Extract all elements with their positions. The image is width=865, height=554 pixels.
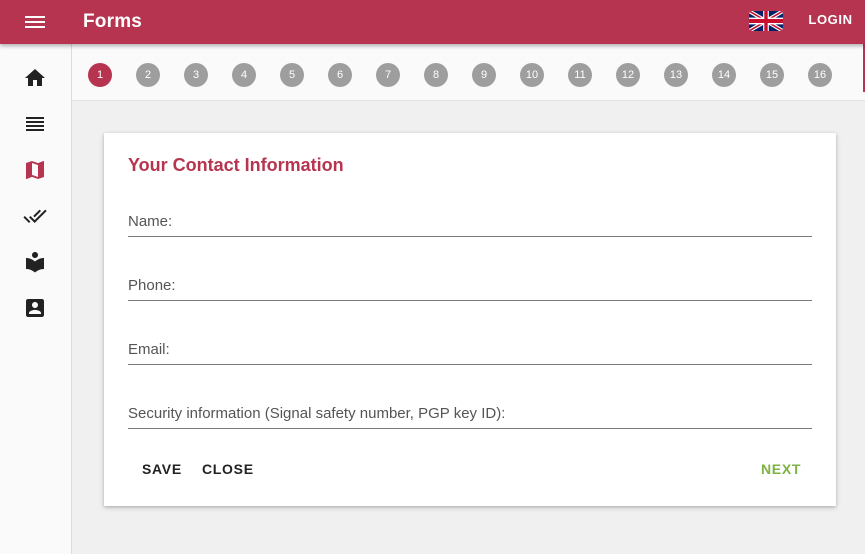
step-14[interactable]: 14 <box>712 63 736 87</box>
uk-flag-icon[interactable] <box>749 11 783 31</box>
map-icon <box>26 161 44 179</box>
step-2[interactable]: 2 <box>136 63 160 87</box>
step-8[interactable]: 8 <box>424 63 448 87</box>
step-7[interactable]: 7 <box>376 63 400 87</box>
step-11[interactable]: 11 <box>568 63 592 87</box>
list-icon <box>26 117 44 131</box>
contact-card-icon <box>26 299 44 317</box>
step-12[interactable]: 12 <box>616 63 640 87</box>
form-stepper: 1 2 3 4 5 6 7 8 9 10 11 12 13 14 15 16 <box>72 44 865 101</box>
step-6[interactable]: 6 <box>328 63 352 87</box>
name-field[interactable]: Name: <box>128 207 812 237</box>
sidebar <box>0 44 72 554</box>
sidebar-item-map[interactable] <box>21 156 49 184</box>
step-5[interactable]: 5 <box>280 63 304 87</box>
app-bar: Forms LOGIN <box>0 0 865 44</box>
email-input[interactable] <box>128 335 812 363</box>
step-9[interactable]: 9 <box>472 63 496 87</box>
double-check-icon <box>23 209 47 223</box>
next-button[interactable]: NEXT <box>761 461 801 481</box>
name-input[interactable] <box>128 207 812 235</box>
sidebar-item-home[interactable] <box>21 64 49 92</box>
save-button[interactable]: SAVE <box>142 461 182 481</box>
reader-icon <box>26 252 44 273</box>
step-16[interactable]: 16 <box>808 63 832 87</box>
step-4[interactable]: 4 <box>232 63 256 87</box>
app-title: Forms <box>83 11 143 32</box>
step-10[interactable]: 10 <box>520 63 544 87</box>
step-1[interactable]: 1 <box>88 63 112 87</box>
step-13[interactable]: 13 <box>664 63 688 87</box>
home-icon <box>25 69 45 86</box>
phone-input[interactable] <box>128 271 812 299</box>
contact-form-card: Your Contact Information Name: Phone: Em… <box>104 133 836 506</box>
phone-field[interactable]: Phone: <box>128 271 812 301</box>
security-info-input[interactable] <box>128 399 812 427</box>
form-title: Your Contact Information <box>128 155 344 175</box>
login-button[interactable]: LOGIN <box>796 12 865 32</box>
step-3[interactable]: 3 <box>184 63 208 87</box>
step-15[interactable]: 15 <box>760 63 784 87</box>
sidebar-item-reader[interactable] <box>21 248 49 276</box>
close-button[interactable]: CLOSE <box>202 461 254 481</box>
sidebar-item-contact[interactable] <box>21 294 49 322</box>
email-field[interactable]: Email: <box>128 335 812 365</box>
security-info-field[interactable]: Security information (Signal safety numb… <box>128 399 812 429</box>
menu-icon[interactable] <box>22 12 48 32</box>
sidebar-item-review[interactable] <box>21 202 49 230</box>
sidebar-item-list[interactable] <box>21 110 49 138</box>
